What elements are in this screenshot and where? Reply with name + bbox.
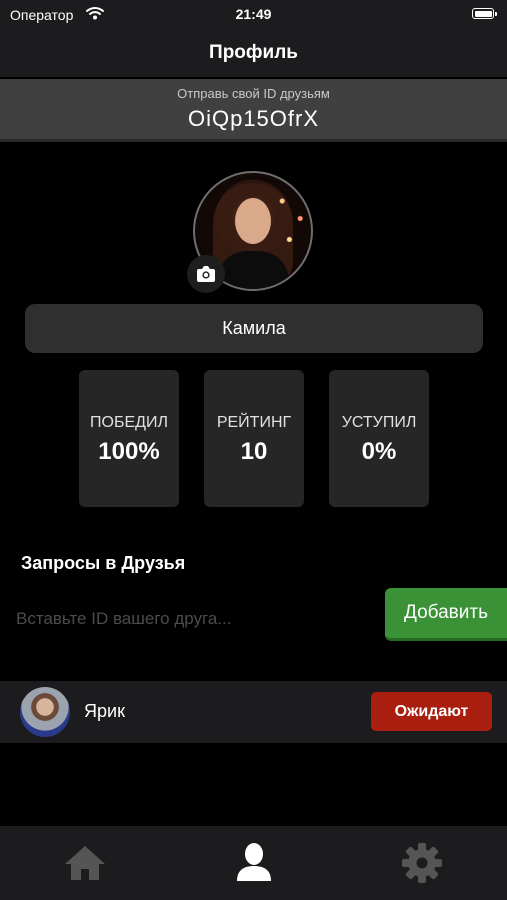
stat-losses: УСТУПИЛ 0% <box>329 370 429 507</box>
pending-status-label: Ожидают <box>394 703 469 720</box>
stat-rating: РЕЙТИНГ 10 <box>204 370 304 507</box>
stat-value: 0% <box>361 438 397 465</box>
camera-icon <box>197 266 215 282</box>
friend-avatar <box>20 687 70 737</box>
add-friend-button[interactable]: Добавить <box>385 588 507 641</box>
page-title: Профиль <box>209 42 298 63</box>
gear-icon <box>402 843 442 883</box>
profile-name: Камила <box>222 318 286 338</box>
stat-value: 100% <box>98 438 160 465</box>
stat-wins: ПОБЕДИЛ 100% <box>79 370 179 507</box>
user-id[interactable]: OiQp15OfrX <box>0 106 507 132</box>
stat-label: РЕЙТИНГ <box>216 414 292 431</box>
add-friend-label: Добавить <box>404 602 488 623</box>
change-photo-button[interactable] <box>187 255 225 293</box>
tab-settings[interactable] <box>398 840 446 886</box>
friend-requests-title: Запросы в Друзья <box>21 553 186 573</box>
profile-icon <box>237 843 271 881</box>
friend-name: Ярик <box>84 701 125 721</box>
stat-label: УСТУПИЛ <box>341 414 417 431</box>
id-caption: Отправь свой ID друзьям <box>177 86 330 101</box>
tab-home[interactable] <box>61 840 109 886</box>
stat-label: ПОБЕДИЛ <box>90 414 168 431</box>
stat-value: 10 <box>240 438 268 465</box>
friend-id-input[interactable] <box>16 606 376 632</box>
pending-status-button[interactable]: Ожидают <box>371 692 492 731</box>
avatar-face <box>235 198 271 244</box>
name-field[interactable]: Камила <box>25 304 483 353</box>
clock: 21:49 <box>235 6 272 22</box>
avatar-dress <box>217 251 289 289</box>
home-icon <box>65 846 105 880</box>
tab-profile[interactable] <box>230 840 278 886</box>
battery-icon <box>472 8 497 19</box>
avatar-background-lights <box>275 187 311 257</box>
